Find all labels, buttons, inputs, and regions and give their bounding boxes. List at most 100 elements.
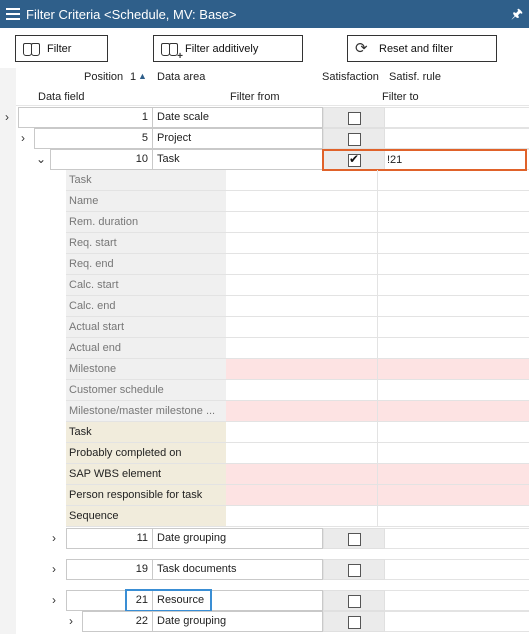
filter-from-cell[interactable]: [226, 275, 378, 296]
data-field-label: Customer schedule: [66, 380, 226, 401]
filter-from-cell[interactable]: [226, 317, 378, 338]
satisf-rule-cell[interactable]: [385, 590, 529, 611]
satisfaction-cell: [323, 528, 385, 549]
filter-to-cell[interactable]: [378, 233, 529, 254]
filter-from-cell[interactable]: [226, 422, 378, 443]
satisf-rule-cell[interactable]: [385, 528, 529, 549]
filter-to-cell[interactable]: [378, 317, 529, 338]
satisfaction-cell: [323, 107, 385, 128]
chevron-right-icon[interactable]: ›: [52, 563, 62, 575]
filter-field-row[interactable]: Milestone/master milestone ...: [66, 401, 529, 422]
filter-to-cell[interactable]: [378, 296, 529, 317]
filter-from-cell[interactable]: [226, 401, 378, 422]
filter-to-cell[interactable]: [378, 464, 529, 485]
filter-from-cell[interactable]: [226, 506, 378, 527]
filter-to-cell[interactable]: [378, 443, 529, 464]
satisfaction-cell: [323, 611, 385, 632]
filter-to-cell[interactable]: [378, 275, 529, 296]
satisfaction-checkbox[interactable]: [348, 133, 361, 146]
filter-from-cell[interactable]: [226, 233, 378, 254]
filter-from-cell[interactable]: [226, 359, 378, 380]
filter-field-row[interactable]: SAP WBS element: [66, 464, 529, 485]
satisf-rule-cell[interactable]: [385, 559, 529, 580]
filter-field-row[interactable]: Req. end: [66, 254, 529, 275]
table-row[interactable]: › 21 Resource: [0, 590, 529, 611]
chevron-right-icon[interactable]: ›: [69, 615, 79, 627]
filter-additively-button[interactable]: + Filter additively: [153, 35, 303, 62]
filter-field-row[interactable]: Req. start: [66, 233, 529, 254]
chevron-down-icon[interactable]: ⌄: [36, 153, 46, 165]
filter-field-row[interactable]: Sequence: [66, 506, 529, 527]
filter-to-cell[interactable]: [378, 170, 529, 191]
header-position[interactable]: Position: [84, 71, 123, 83]
satisf-rule-cell[interactable]: [385, 611, 529, 632]
filter-to-cell[interactable]: [378, 485, 529, 506]
filter-field-row[interactable]: Customer schedule: [66, 380, 529, 401]
filter-from-cell[interactable]: [226, 296, 378, 317]
satisfaction-checkbox[interactable]: [348, 595, 361, 608]
filter-field-row[interactable]: Person responsible for task: [66, 485, 529, 506]
satisf-rule-cell[interactable]: [385, 107, 529, 128]
chevron-right-icon[interactable]: ›: [5, 111, 15, 123]
table-row[interactable]: › 1 Date scale: [0, 107, 529, 128]
header-data-area[interactable]: Data area: [157, 71, 205, 83]
satisfaction-cell: [323, 128, 385, 149]
filter-to-cell[interactable]: [378, 338, 529, 359]
filter-button[interactable]: Filter: [15, 35, 108, 62]
satisf-rule-cell[interactable]: [385, 128, 529, 149]
header-filter-to[interactable]: Filter to: [382, 91, 419, 103]
filter-field-row[interactable]: Rem. duration: [66, 212, 529, 233]
sort-ascending-icon[interactable]: ▲: [138, 71, 147, 81]
filter-field-row[interactable]: Probably completed on: [66, 443, 529, 464]
header-data-field[interactable]: Data field: [38, 91, 84, 103]
filter-to-cell[interactable]: [378, 359, 529, 380]
filter-field-row[interactable]: Task: [66, 422, 529, 443]
hamburger-icon[interactable]: [6, 8, 20, 20]
pin-icon[interactable]: 🖈: [511, 5, 523, 27]
filter-to-cell[interactable]: [378, 401, 529, 422]
filter-from-cell[interactable]: [226, 464, 378, 485]
filter-field-row[interactable]: Task: [66, 170, 529, 191]
filter-from-cell[interactable]: [226, 485, 378, 506]
row-data-area: Date grouping: [152, 611, 323, 632]
data-field-label: Req. end: [66, 254, 226, 275]
header-filter-from[interactable]: Filter from: [230, 91, 280, 103]
filter-from-cell[interactable]: [226, 380, 378, 401]
chevron-right-icon[interactable]: ›: [21, 132, 31, 144]
filter-from-cell[interactable]: [226, 254, 378, 275]
header-satisfaction[interactable]: Satisfaction: [322, 71, 379, 83]
filter-to-cell[interactable]: [378, 380, 529, 401]
satisfaction-checkbox[interactable]: [348, 564, 361, 577]
filter-field-row[interactable]: Actual start: [66, 317, 529, 338]
row-data-area: Date grouping: [152, 528, 323, 549]
filter-from-cell[interactable]: [226, 338, 378, 359]
reset-and-filter-button[interactable]: ⟳ Reset and filter: [347, 35, 497, 62]
filter-to-cell[interactable]: [378, 506, 529, 527]
filter-field-row[interactable]: Calc. start: [66, 275, 529, 296]
table-row[interactable]: › 22 Date grouping: [0, 611, 529, 632]
header-satisf-rule[interactable]: Satisf. rule: [389, 71, 441, 83]
chevron-right-icon[interactable]: ›: [52, 532, 62, 544]
filter-field-row[interactable]: Name: [66, 191, 529, 212]
chevron-right-icon[interactable]: ›: [52, 594, 62, 606]
table-row[interactable]: › 19 Task documents: [0, 559, 529, 580]
filter-from-cell[interactable]: [226, 443, 378, 464]
filter-to-cell[interactable]: [378, 212, 529, 233]
reset-and-filter-label: Reset and filter: [379, 42, 453, 55]
filter-to-cell[interactable]: [378, 254, 529, 275]
filter-from-cell[interactable]: [226, 191, 378, 212]
satisfaction-checkbox[interactable]: [348, 616, 361, 629]
row-position: 22: [135, 615, 148, 627]
filter-to-cell[interactable]: [378, 422, 529, 443]
table-row[interactable]: › 11 Date grouping: [0, 528, 529, 549]
filter-field-row[interactable]: Calc. end: [66, 296, 529, 317]
filter-from-cell[interactable]: [226, 212, 378, 233]
satisfaction-checkbox[interactable]: [348, 112, 361, 125]
data-field-label: Calc. start: [66, 275, 226, 296]
filter-to-cell[interactable]: [378, 191, 529, 212]
filter-field-row[interactable]: Actual end: [66, 338, 529, 359]
table-row[interactable]: › 5 Project: [0, 128, 529, 149]
filter-from-cell[interactable]: [226, 170, 378, 191]
filter-field-row[interactable]: Milestone: [66, 359, 529, 380]
satisfaction-checkbox[interactable]: [348, 533, 361, 546]
